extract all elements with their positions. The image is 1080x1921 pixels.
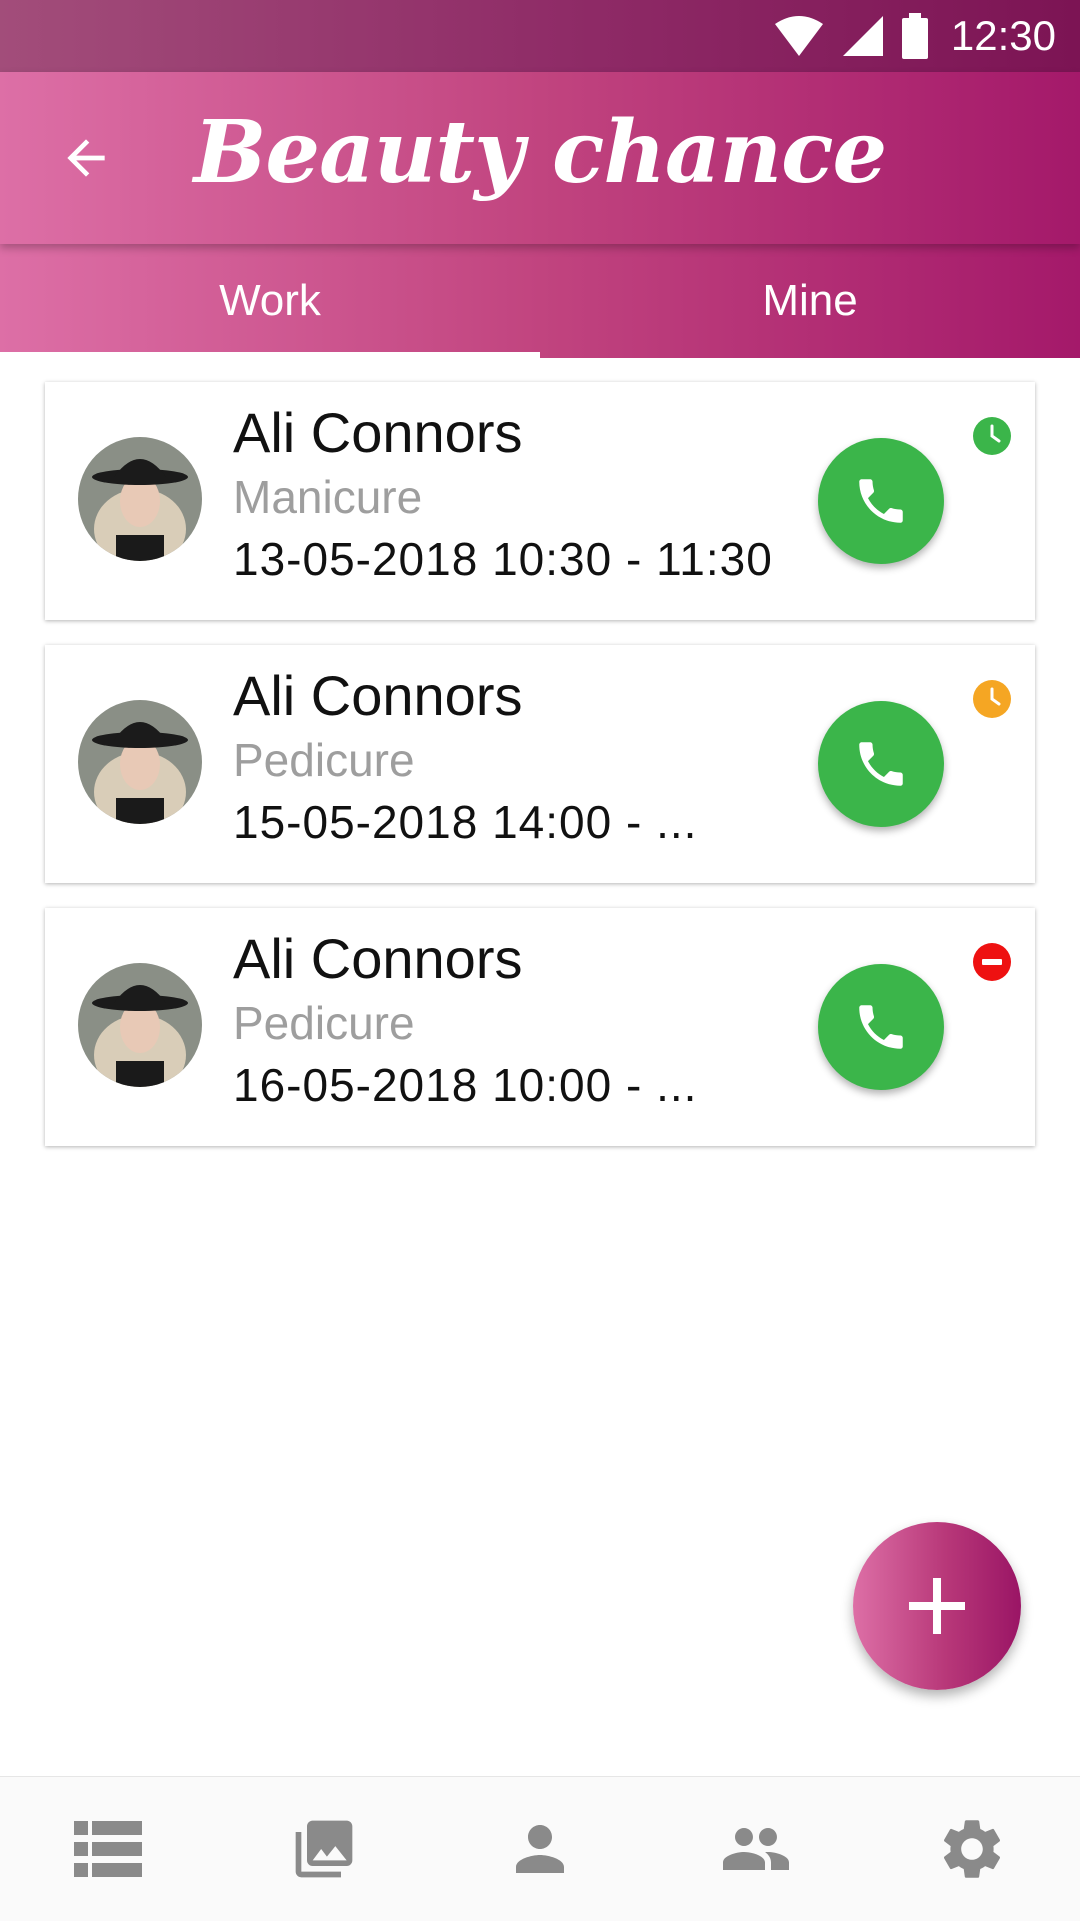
app-bar: Beauty chance — [0, 72, 1080, 244]
service-name: Pedicure — [233, 734, 415, 786]
plus-icon — [909, 1578, 965, 1634]
nav-clients[interactable] — [696, 1799, 816, 1899]
wifi-icon — [774, 16, 823, 56]
call-button[interactable] — [818, 701, 944, 827]
client-name: Ali Connors — [233, 401, 523, 464]
phone-icon — [859, 742, 903, 786]
service-name: Pedicure — [233, 997, 415, 1049]
phone-icon — [859, 1005, 903, 1049]
minus-circle-icon — [973, 943, 1011, 981]
tab-mine-label: Mine — [762, 276, 858, 325]
appointment-time: 13-05-2018 10:30 - 11:30 — [233, 533, 773, 585]
service-name: Manicure — [233, 471, 423, 523]
add-appointment-button[interactable] — [853, 1522, 1021, 1690]
status-bar: 12:30 — [0, 0, 1080, 72]
phone-icon — [859, 479, 903, 523]
list-icon — [74, 1821, 142, 1877]
avatar — [78, 963, 202, 1087]
settings-icon — [943, 1820, 1001, 1878]
call-button[interactable] — [818, 438, 944, 564]
avatar — [78, 437, 202, 561]
nav-list[interactable] — [48, 1799, 168, 1899]
appointment-time: 15-05-2018 14:00 - ... — [233, 796, 698, 848]
nav-settings[interactable] — [912, 1799, 1032, 1899]
gallery-icon — [295, 1820, 353, 1878]
clock-icon — [973, 417, 1011, 455]
clock-icon — [973, 680, 1011, 718]
appointment-time: 16-05-2018 10:00 - ... — [233, 1059, 698, 1111]
tab-work-label: Work — [219, 276, 321, 325]
tab-work[interactable]: Work — [0, 244, 540, 358]
bottom-navigation — [0, 1776, 1080, 1921]
appointment-card[interactable]: Ali Connors Manicure 13-05-2018 10:30 - … — [45, 382, 1035, 620]
tab-bar: Work Mine — [0, 244, 1080, 358]
nav-profile[interactable] — [480, 1799, 600, 1899]
status-icons: 12:30 — [773, 0, 1056, 72]
appointment-card[interactable]: Ali Connors Pedicure 16-05-2018 10:00 - … — [45, 908, 1035, 1146]
person-icon — [516, 1825, 564, 1873]
people-icon — [723, 1828, 789, 1870]
signal-icon — [842, 16, 883, 56]
client-name: Ali Connors — [233, 927, 523, 990]
nav-gallery[interactable] — [264, 1799, 384, 1899]
appointment-card[interactable]: Ali Connors Pedicure 15-05-2018 14:00 - … — [45, 645, 1035, 883]
avatar — [78, 700, 202, 824]
client-name: Ali Connors — [233, 664, 523, 727]
status-time: 12:30 — [950, 12, 1056, 59]
app-title: Beauty chance — [193, 102, 888, 203]
call-button[interactable] — [818, 964, 944, 1090]
tab-mine[interactable]: Mine — [540, 244, 1080, 358]
battery-icon — [901, 13, 928, 59]
